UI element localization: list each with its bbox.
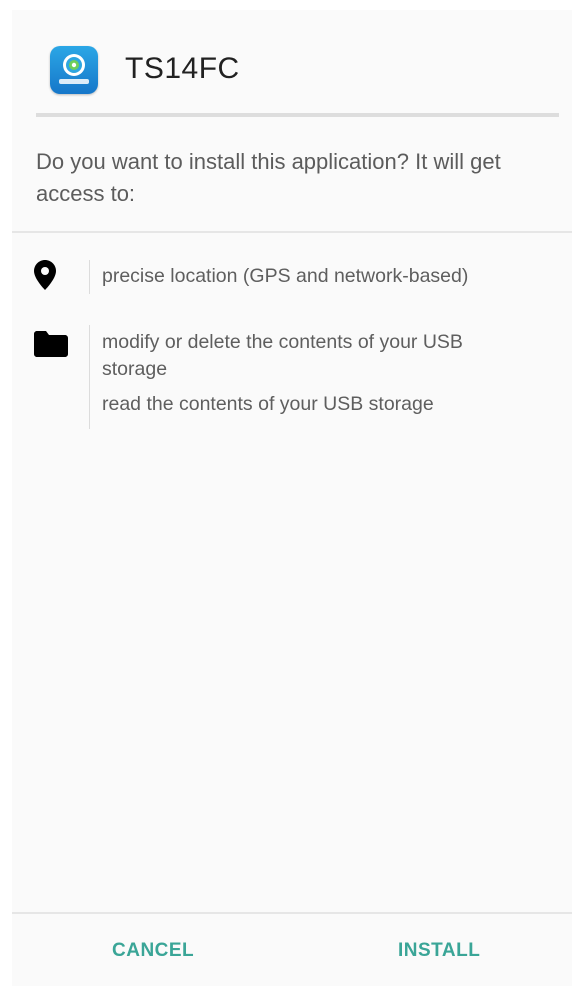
permission-item-storage: modify or delete the contents of your US… [12, 315, 572, 435]
permission-line: modify or delete the contents of your US… [102, 331, 463, 353]
permission-line: storage [102, 358, 168, 380]
permission-line: precise location (GPS and network-based) [102, 265, 469, 287]
permission-line: read the contents of your USB storage [102, 393, 434, 415]
permission-rule [89, 325, 90, 429]
dialog-header: TS14FC [12, 10, 572, 118]
location-pin-icon [34, 260, 56, 295]
app-launcher-icon [50, 46, 98, 94]
footer-divider [12, 912, 572, 914]
title-divider [36, 113, 559, 117]
cancel-button[interactable]: CANCEL [106, 936, 200, 966]
install-question: Do you want to install this application?… [36, 149, 501, 206]
permission-text: modify or delete the contents of your US… [102, 329, 463, 418]
permission-rule [89, 260, 90, 294]
folder-icon [34, 331, 68, 362]
section-divider [12, 231, 572, 233]
app-title: TS14FC [125, 52, 240, 85]
install-dialog: TS14FC Do you want to install this appli… [12, 10, 572, 986]
permission-text: precise location (GPS and network-based) [102, 263, 468, 290]
permission-item-location: precise location (GPS and network-based) [12, 250, 572, 300]
install-button[interactable]: INSTALL [392, 936, 486, 966]
